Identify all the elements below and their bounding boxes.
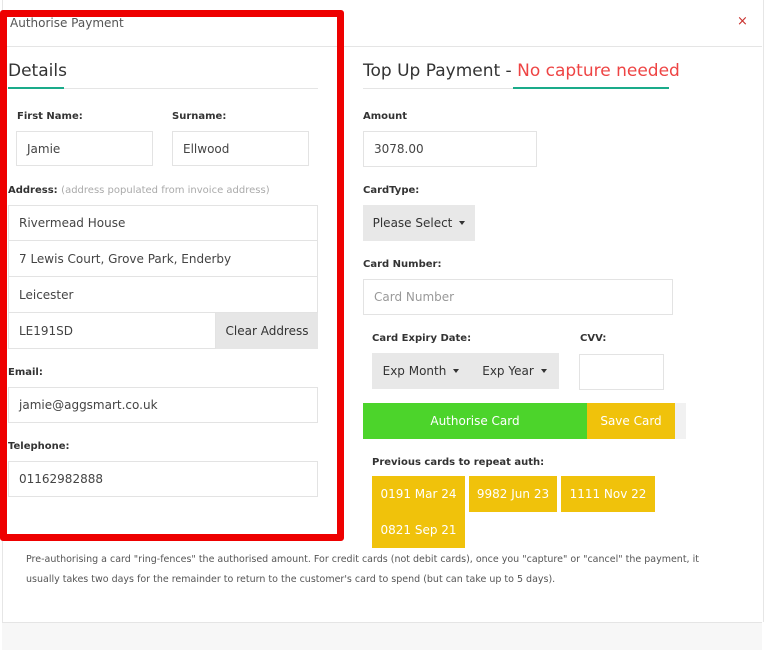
chevron-down-icon	[459, 221, 466, 225]
cvv-label: CVV:	[580, 333, 607, 344]
first-name-field[interactable]: Jamie	[16, 131, 153, 166]
previous-card-button[interactable]: 9982 Jun 23	[469, 476, 557, 512]
surname-field[interactable]: Ellwood	[172, 131, 309, 166]
telephone-field[interactable]: 01162982888	[8, 461, 318, 497]
topup-divider	[363, 88, 513, 89]
chevron-down-icon	[540, 369, 547, 373]
pre-authorise-note: Pre-authorising a card "ring-fences" the…	[26, 554, 699, 585]
topup-title-underline	[513, 87, 669, 89]
exp-month-dropdown[interactable]: Exp Month	[372, 353, 470, 389]
save-card-button[interactable]: Save Card	[587, 403, 675, 439]
address-line1-field[interactable]: Rivermead House	[8, 205, 318, 241]
button-group-end	[675, 403, 686, 439]
exp-year-label: Exp Year	[482, 364, 534, 378]
exp-month-label: Exp Month	[382, 364, 447, 378]
amount-label: Amount	[363, 111, 408, 122]
address-label: Address: (address populated from invoice…	[8, 185, 270, 196]
topup-title: Top Up Payment - No capture needed	[363, 61, 680, 81]
previous-cards-label: Previous cards to repeat auth:	[372, 457, 545, 468]
exp-year-dropdown[interactable]: Exp Year	[470, 353, 559, 389]
cvv-input[interactable]	[579, 354, 664, 390]
details-title: Details	[8, 61, 67, 81]
expiry-label: Card Expiry Date:	[372, 333, 472, 344]
previous-card-button[interactable]: 0191 Mar 24	[372, 476, 465, 512]
email-field[interactable]: jamie@aggsmart.co.uk	[8, 387, 318, 423]
address-note: (address populated from invoice address)	[61, 185, 270, 196]
authorise-card-button[interactable]: Authorise Card	[363, 403, 587, 439]
topup-title-accent: No capture needed	[517, 61, 680, 81]
modal-title: Authorise Payment	[10, 16, 124, 30]
modal-header-divider	[2, 46, 762, 47]
modal-footer	[2, 623, 762, 650]
card-type-selected: Please Select	[372, 216, 453, 230]
telephone-label: Telephone:	[8, 441, 70, 452]
details-divider	[64, 88, 318, 89]
chevron-down-icon	[453, 369, 460, 373]
first-name-label: First Name:	[17, 111, 83, 122]
previous-card-button[interactable]: 1111 Nov 22	[561, 476, 655, 512]
address-city-field[interactable]: Leicester	[8, 277, 318, 313]
address-label-text: Address:	[8, 185, 58, 196]
card-type-label: CardType:	[363, 185, 420, 196]
details-title-underline	[8, 87, 64, 89]
previous-card-button[interactable]: 0821 Sep 21	[372, 512, 465, 548]
card-number-label: Card Number:	[363, 259, 442, 270]
surname-label: Surname:	[172, 111, 227, 122]
address-postcode-field[interactable]: LE191SD	[8, 313, 216, 349]
amount-field[interactable]: 3078.00	[363, 131, 537, 167]
card-number-input[interactable]: Card Number	[363, 279, 673, 315]
address-line2-field[interactable]: 7 Lewis Court, Grove Park, Enderby	[8, 241, 318, 277]
email-label: Email:	[8, 367, 43, 378]
clear-address-button[interactable]: Clear Address	[216, 313, 318, 349]
close-icon[interactable]: ×	[737, 14, 748, 29]
topup-title-main: Top Up Payment -	[363, 61, 518, 81]
card-type-dropdown[interactable]: Please Select	[363, 205, 475, 241]
